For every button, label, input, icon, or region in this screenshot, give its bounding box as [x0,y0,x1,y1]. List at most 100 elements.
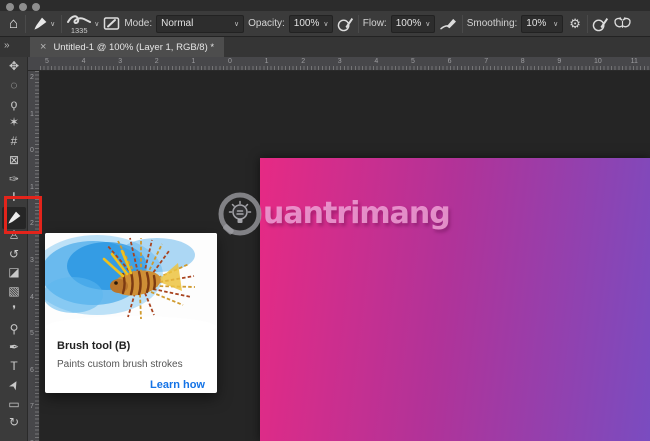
brush-tool-preset-button[interactable]: ∨ [30,16,57,32]
ruler-label: 5 [30,330,34,338]
pressure-size-button[interactable] [592,15,609,32]
tab-title: Untitled-1 @ 100% (Layer 1, RGB/8) * [53,41,215,53]
pen-tool[interactable]: ✒ [0,338,28,356]
rectangle-tool-icon: ▭ [8,396,20,411]
document-tab-bar: » × Untitled-1 @ 100% (Layer 1, RGB/8) * [0,37,650,57]
flow-label: Flow: [362,18,387,29]
brush-preset-picker[interactable]: 1335 ∨ [66,13,99,35]
smoothing-value: 10% [526,18,547,29]
chevron-down-icon: ∨ [323,20,329,28]
history-brush-tool[interactable]: ↺ [0,245,28,263]
tooltip-title: Brush tool (B) [57,340,131,352]
magic-wand-tool[interactable]: ✶ [0,113,28,131]
crop-tool[interactable]: # [0,132,28,150]
ruler-label: 7 [484,58,489,65]
ruler-label: 4 [30,293,34,301]
airbrush-button[interactable] [439,16,458,31]
document-tab[interactable]: × Untitled-1 @ 100% (Layer 1, RGB/8) * [30,37,225,57]
butterfly-symmetry-icon [614,16,631,28]
paint-symmetry-button[interactable] [613,16,632,32]
smoothing-dropdown[interactable]: 10% ∨ [521,14,564,33]
ruler-label: 1 [264,58,269,65]
ruler-label: 3 [30,257,34,264]
smoothing-options-gear-icon[interactable]: ⚙ [567,16,583,32]
dodge-tool[interactable]: ⚲ [0,320,28,338]
ruler-label: 4 [374,58,379,65]
watermark-text: uantrimang [263,196,451,231]
ruler-label: 10 [594,58,602,65]
home-icon[interactable]: ⌂ [6,15,21,32]
vertical-ruler: 21012345678 [28,71,40,441]
chevron-down-icon: ∨ [233,20,240,28]
ruler-label: 2 [154,58,159,65]
ruler-label: 0 [30,147,34,155]
brush-stroke-icon [67,15,92,24]
eyedropper-tool[interactable]: ✑ [0,170,28,188]
rectangle-tool[interactable]: ▭ [0,395,28,413]
separator [25,14,27,33]
ruler-label: 8 [520,58,525,65]
tooltip-description: Paints custom brush strokes [57,359,183,370]
blur-tool-icon: ❜ [12,302,16,317]
window-close-button[interactable] [6,2,14,11]
eraser-tool-icon: ◪ [8,265,20,280]
hand-rotate-tool[interactable]: ↻ [0,413,28,431]
toolbox: ✥ ◌ ϙ ✶ # ⊠ ✑ ✛ ♙ ↺ ◪ ▧ ❜ ⚲ ✒ T ➤ ▭ ↻ [0,57,28,441]
window-titlebar [0,0,650,11]
pressure-size-icon [592,17,609,32]
mode-label: Mode: [124,18,153,29]
history-brush-tool-icon: ↺ [8,246,20,261]
flow-dropdown[interactable]: 100% ∨ [390,14,435,33]
path-selection-tool[interactable]: ➤ [0,376,28,394]
marquee-tool-icon: ◌ [10,77,18,92]
window-minimize-button[interactable] [19,2,27,11]
hand-rotate-tool-icon: ↻ [8,415,20,430]
opacity-value: 100% [293,18,320,29]
window-zoom-button[interactable] [32,2,40,11]
opacity-dropdown[interactable]: 100% ∨ [288,14,333,33]
brush-settings-panel-toggle[interactable] [103,16,120,31]
ruler-label: 7 [30,403,34,411]
learn-how-link[interactable]: Learn how [150,379,205,391]
ruler-label: 4 [81,58,86,65]
brush-icon [34,17,47,30]
pressure-opacity-icon [337,17,353,32]
mode-dropdown[interactable]: Normal ∨ [156,14,245,33]
panel-expand-chevrons[interactable]: » [4,40,9,51]
ruler-label: 11 [630,58,638,65]
lasso-tool[interactable]: ϙ [0,95,28,113]
gradient-tool[interactable]: ▧ [0,282,28,300]
flow-value: 100% [395,18,422,29]
ruler-label: 2 [301,58,306,65]
frame-tool[interactable]: ⊠ [0,151,28,169]
ruler-label: 3 [118,58,123,65]
chevron-down-icon: ∨ [553,20,559,28]
eraser-tool[interactable]: ◪ [0,263,28,281]
magic-wand-tool-icon: ✶ [8,115,20,130]
brush-panel-icon [104,17,120,30]
gradient-tool-icon: ▧ [8,284,20,298]
ruler-label: 0 [228,58,232,65]
brush-tool-tooltip: Brush tool (B) Paints custom brush strok… [45,233,217,393]
chevron-down-icon: ∨ [50,20,56,28]
path-selection-tool-icon: ➤ [5,376,23,393]
move-tool[interactable]: ✥ [0,57,28,75]
tool-options-bar: ⌂ ∨ 1335 ∨ Mode: Normal ∨ Opacity: 100% … [0,11,650,37]
photoshop-window: ⌂ ∨ 1335 ∨ Mode: Normal ∨ Opacity: 100% … [0,0,650,441]
ruler-label: 1 [191,58,196,65]
smoothing-label: Smoothing: [466,18,518,29]
separator [61,14,63,33]
frame-tool-icon: ⊠ [8,152,20,167]
lasso-tool-icon: ϙ [10,96,18,111]
chevron-down-icon: ∨ [425,20,431,28]
horizontal-ruler: 5 4 3 2 1 0 1 2 3 4 5 6 7 8 9 10 11 [28,57,650,71]
type-tool[interactable]: T [0,357,28,375]
ruler-label: 6 [30,366,34,374]
pressure-opacity-button[interactable] [337,15,354,32]
tab-close-icon[interactable]: × [40,41,46,53]
blur-tool[interactable]: ❜ [0,301,28,319]
dodge-tool-icon: ⚲ [9,321,19,336]
marquee-tool[interactable]: ◌ [0,76,28,94]
mode-value: Normal [161,18,194,29]
separator [357,14,359,33]
